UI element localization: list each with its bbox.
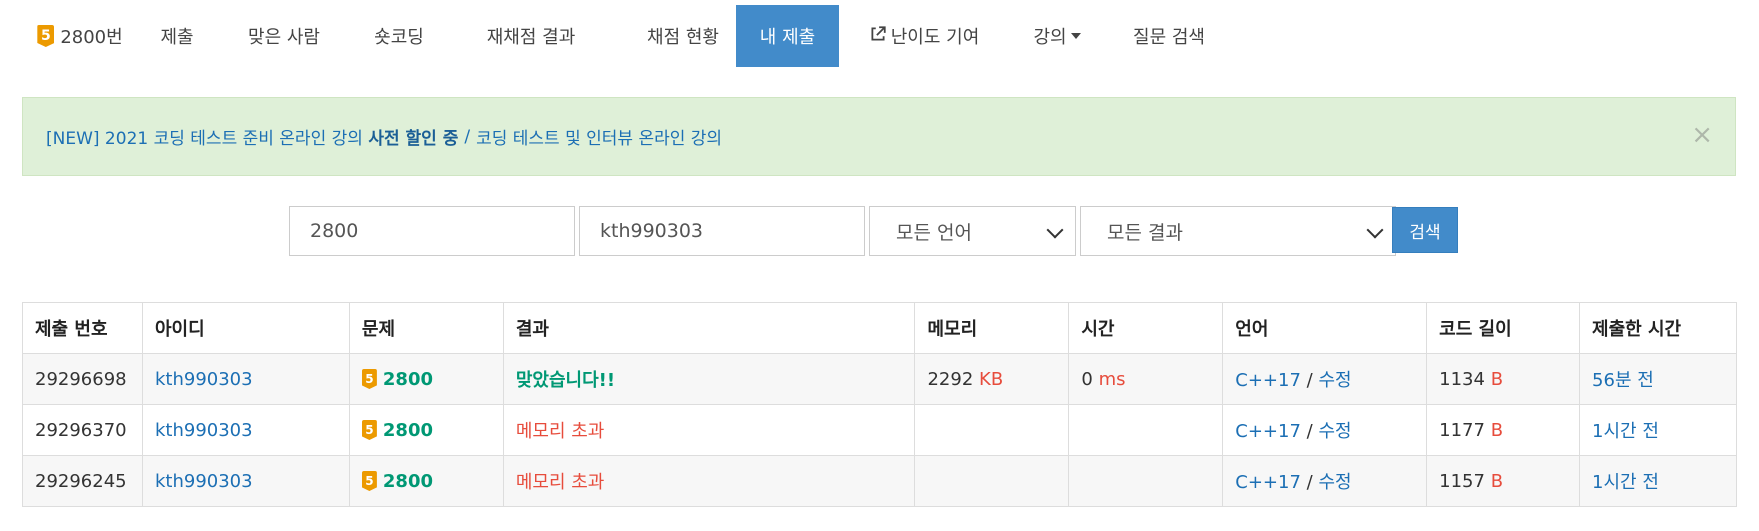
edit-link[interactable]: 수정 xyxy=(1318,370,1351,391)
time-empty xyxy=(1068,404,1224,456)
memory-unit: KB xyxy=(979,368,1004,390)
user-id-field[interactable] xyxy=(579,206,865,256)
problem-number: 2800 xyxy=(382,368,433,390)
alert-interview-link[interactable]: 코딩 테스트 및 인터뷰 온라인 강의 xyxy=(476,124,722,149)
nav-correct-users[interactable]: 맞은 사람 xyxy=(230,5,338,67)
table-header-row: 제출 번호 아이디 문제 결과 메모리 시간 언어 코드 길이 제출한 시간 xyxy=(22,302,1737,354)
user-id-input[interactable] xyxy=(598,219,864,243)
nav-lectures-label: 강의 xyxy=(1033,27,1067,48)
table-row: 29296370 kth990303 5 2800 메모리 초과 C++17 / … xyxy=(22,404,1737,456)
nav-judge-status[interactable]: 채점 현황 xyxy=(626,5,740,67)
result-select[interactable]: 모든 결과 xyxy=(1080,206,1396,256)
nav-question-search[interactable]: 질문 검색 xyxy=(1128,5,1210,67)
language-separator: / xyxy=(1306,421,1313,442)
user-link[interactable]: kth990303 xyxy=(155,369,253,390)
alert-lecture-link[interactable]: [NEW] 2021 코딩 테스트 준비 온라인 강의 사전 할인 중 xyxy=(46,124,458,149)
problem-link[interactable]: 5 2800 xyxy=(361,368,491,390)
nav-problem-label: 2800번 xyxy=(60,27,123,48)
nav-difficulty-label: 난이도 기여 xyxy=(890,27,980,48)
col-user: 아이디 xyxy=(141,302,350,354)
col-submitted-time: 제출한 시간 xyxy=(1579,302,1737,354)
submission-id: 29296370 xyxy=(22,404,143,456)
caret-down-icon xyxy=(1070,33,1081,39)
tier-badge-icon: 5 xyxy=(361,471,377,491)
language-select[interactable]: 모든 언어 xyxy=(869,206,1076,256)
language-separator: / xyxy=(1306,370,1313,391)
tier-badge-icon: 5 xyxy=(37,25,55,47)
tier-badge-icon: 5 xyxy=(361,420,377,440)
edit-link[interactable]: 수정 xyxy=(1318,421,1351,442)
col-memory: 메모리 xyxy=(914,302,1070,354)
problem-number: 2800 xyxy=(382,470,433,492)
nav-submit[interactable]: 제출 xyxy=(154,5,200,67)
tier-badge-icon: 5 xyxy=(361,369,377,389)
nav-my-submissions[interactable]: 내 제출 xyxy=(736,5,839,67)
memory-value: 2292 xyxy=(927,368,974,390)
chevron-down-icon xyxy=(1046,221,1064,239)
memory-empty xyxy=(914,455,1070,507)
language-link[interactable]: C++17 xyxy=(1235,472,1301,493)
user-link[interactable]: kth990303 xyxy=(155,471,253,492)
submitted-time-link[interactable]: 1시간 전 xyxy=(1592,421,1659,442)
chevron-down-icon xyxy=(1366,221,1384,239)
language-link[interactable]: C++17 xyxy=(1235,370,1301,391)
nav-problem[interactable]: 5 2800번 xyxy=(34,5,126,67)
problem-number: 2800 xyxy=(382,419,433,441)
table-row: 29296245 kth990303 5 2800 메모리 초과 C++17 / … xyxy=(22,455,1737,507)
nav-difficulty-contribution[interactable]: 난이도 기여 xyxy=(858,5,990,67)
problem-link[interactable]: 5 2800 xyxy=(361,419,491,441)
code-length-value: 1134 xyxy=(1439,368,1485,390)
user-link[interactable]: kth990303 xyxy=(155,420,253,441)
code-length-value: 1177 xyxy=(1439,419,1485,441)
result-accepted: 맞았습니다!! xyxy=(515,370,616,391)
col-code-length: 코드 길이 xyxy=(1426,302,1581,354)
promo-alert: [NEW] 2021 코딩 테스트 준비 온라인 강의 사전 할인 중 / 코딩… xyxy=(22,97,1736,176)
submission-id: 29296698 xyxy=(22,353,143,405)
result-memory-exceeded: 메모리 초과 xyxy=(515,421,605,442)
edit-link[interactable]: 수정 xyxy=(1318,472,1351,493)
external-link-icon xyxy=(869,25,891,48)
language-select-value: 모든 언어 xyxy=(896,221,972,244)
alert-discount: 사전 할인 중 xyxy=(368,129,459,149)
code-length-unit: B xyxy=(1490,470,1504,492)
alert-prefix: [NEW] 2021 코딩 테스트 준비 온라인 강의 xyxy=(46,129,363,149)
nav-lectures-dropdown[interactable]: 강의 xyxy=(1030,5,1084,67)
nav-rejudge-results[interactable]: 재채점 결과 xyxy=(463,5,599,67)
nav-short-coding[interactable]: 숏코딩 xyxy=(364,5,434,67)
problem-id-input[interactable] xyxy=(308,219,574,243)
problem-link[interactable]: 5 2800 xyxy=(361,470,491,492)
language-link[interactable]: C++17 xyxy=(1235,421,1301,442)
submission-table: 제출 번호 아이디 문제 결과 메모리 시간 언어 코드 길이 제출한 시간 2… xyxy=(22,302,1737,507)
col-language: 언어 xyxy=(1222,302,1428,354)
col-result: 결과 xyxy=(502,302,916,354)
time-empty xyxy=(1068,455,1224,507)
code-length-value: 1157 xyxy=(1439,470,1485,492)
search-button[interactable]: 검색 xyxy=(1392,207,1458,253)
time-unit: ms xyxy=(1098,368,1126,390)
submitted-time-link[interactable]: 1시간 전 xyxy=(1592,472,1659,493)
submission-id: 29296245 xyxy=(22,455,143,507)
problem-nav: 5 2800번 제출 맞은 사람 숏코딩 재채점 결과 채점 현황 내 제출 난… xyxy=(0,0,1759,68)
close-icon[interactable]: × xyxy=(1691,120,1713,150)
col-problem: 문제 xyxy=(348,302,504,354)
col-submission-id: 제출 번호 xyxy=(22,302,143,354)
alert-separator: / xyxy=(464,126,471,147)
code-length-unit: B xyxy=(1490,368,1504,390)
problem-id-field[interactable] xyxy=(289,206,575,256)
result-memory-exceeded: 메모리 초과 xyxy=(515,472,605,493)
submitted-time-link[interactable]: 56분 전 xyxy=(1592,370,1654,391)
language-separator: / xyxy=(1306,472,1313,493)
result-select-value: 모든 결과 xyxy=(1107,221,1183,244)
col-time: 시간 xyxy=(1068,302,1224,354)
table-row: 29296698 kth990303 5 2800 맞았습니다!! 2292 KB… xyxy=(22,353,1737,405)
code-length-unit: B xyxy=(1490,419,1504,441)
memory-empty xyxy=(914,404,1070,456)
time-value: 0 xyxy=(1081,368,1093,390)
